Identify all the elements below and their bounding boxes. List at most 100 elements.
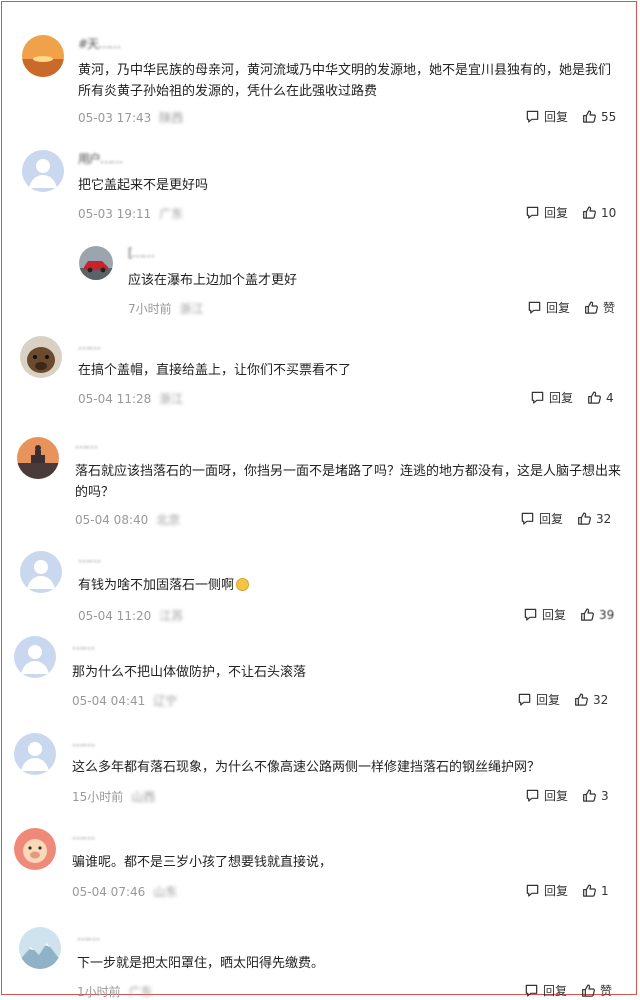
avatar[interactable] — [19, 927, 61, 969]
username[interactable]: …… — [72, 828, 95, 842]
comment-location: 山西 — [131, 790, 156, 804]
comment-icon[interactable] — [530, 390, 545, 405]
comment-meta: 05-03 17:43 陕西 — [78, 109, 183, 126]
like-count[interactable]: 32 — [593, 693, 608, 707]
thumbs-up-icon[interactable] — [581, 983, 596, 998]
like-count[interactable]: 4 — [606, 391, 614, 405]
reply-button[interactable]: 回复 — [536, 691, 560, 708]
comment-icon[interactable] — [525, 109, 540, 124]
like-count[interactable]: 3 — [601, 789, 609, 803]
comment-meta: 05-04 04:41 辽宁 — [72, 692, 177, 709]
like-count[interactable]: 32 — [596, 512, 611, 526]
username[interactable]: …… — [78, 338, 101, 352]
avatar[interactable] — [14, 733, 56, 775]
comment-text: 那为什么不把山体做防护，不让石头滚落 — [72, 665, 307, 680]
username[interactable]: …… — [72, 735, 95, 749]
comment-text-content: 有钱为啥不加固落石一侧啊 — [78, 578, 235, 593]
default-user-avatar-icon — [14, 636, 56, 678]
username[interactable]: …… — [77, 929, 100, 943]
username[interactable]: […… — [128, 246, 155, 260]
reply-button[interactable]: 回复 — [543, 982, 567, 999]
pig-cartoon-avatar-icon — [14, 828, 56, 870]
comment-actions: 回复 32 — [517, 691, 608, 708]
username[interactable]: 用户…… — [78, 150, 123, 167]
sunset-avatar-icon — [22, 35, 64, 77]
reply-button[interactable]: 回复 — [542, 606, 566, 623]
username[interactable]: …… — [78, 551, 101, 565]
city-dusk-avatar-icon — [17, 437, 59, 479]
comment-time: 05-04 04:41 — [72, 694, 146, 708]
comment-meta: 05-04 08:40 北京 — [75, 511, 180, 528]
comment-icon[interactable] — [517, 692, 532, 707]
comment-text: 黄河，乃中华民族的母亲河，黄河流域乃中华文明的发源地，她不是宜川县独有的，她是我… — [78, 63, 612, 99]
reply-button[interactable]: 回复 — [539, 510, 563, 527]
reply-button[interactable]: 回复 — [544, 882, 568, 899]
comment-actions: 回复 32 — [520, 510, 611, 527]
comment-actions: 回复 3 — [525, 787, 609, 804]
comment-location: 广东 — [159, 207, 184, 221]
comment-meta: 15小时前 山西 — [72, 788, 155, 805]
thumbs-up-icon[interactable] — [582, 109, 597, 124]
comment-location: 辽宁 — [153, 694, 178, 708]
red-car-avatar-icon — [79, 246, 113, 280]
comment-location: 浙江 — [159, 392, 184, 406]
thumbs-up-icon[interactable] — [574, 692, 589, 707]
default-user-avatar-icon — [14, 733, 56, 775]
like-count[interactable]: 55 — [601, 110, 616, 124]
comment-icon[interactable] — [527, 300, 542, 315]
comment-location: 北京 — [156, 513, 181, 527]
reply-button[interactable]: 回复 — [544, 787, 568, 804]
username[interactable]: …… — [75, 437, 98, 451]
reply-button[interactable]: 回复 — [546, 299, 570, 316]
comment-text: 在搞个盖帽，直接给盖上，让你们不买票看不了 — [78, 363, 352, 378]
avatar[interactable] — [14, 636, 56, 678]
avatar[interactable] — [22, 35, 64, 77]
thumbs-up-icon[interactable] — [587, 390, 602, 405]
comment-icon[interactable] — [525, 788, 540, 803]
thumbs-up-icon[interactable] — [580, 607, 595, 622]
avatar[interactable] — [20, 551, 62, 593]
comment-time: 05-04 08:40 — [75, 513, 149, 527]
comment-text: 这么多年都有落石现象，为什么不像高速公路两侧一样修建挡落石的钢丝绳护网？ — [72, 760, 541, 775]
comment-location: 江苏 — [159, 609, 184, 623]
comment-icon[interactable] — [525, 205, 540, 220]
avatar[interactable] — [14, 828, 56, 870]
comment-icon[interactable] — [523, 607, 538, 622]
like-count[interactable]: 赞 — [600, 982, 612, 999]
comment-text: 有钱为啥不加固落石一侧啊 — [78, 575, 623, 596]
like-count[interactable]: 1 — [601, 884, 609, 898]
thumbs-up-icon[interactable] — [582, 883, 597, 898]
thumbs-up-icon[interactable] — [577, 511, 592, 526]
comment-icon[interactable] — [520, 511, 535, 526]
like-count[interactable]: 39 — [599, 608, 614, 622]
avatar[interactable] — [22, 150, 64, 192]
comment-text: 下一步就是把太阳罩住，晒太阳得先缴费。 — [77, 956, 325, 971]
comment-actions: 回复 55 — [525, 108, 616, 125]
comment-time: 05-04 11:28 — [78, 392, 152, 406]
comment-text: 把它盖起来不是更好吗 — [78, 178, 209, 193]
username[interactable]: …… — [72, 638, 95, 652]
thumbs-up-icon[interactable] — [584, 300, 599, 315]
comment-meta: 05-04 11:28 浙江 — [78, 390, 183, 407]
avatar[interactable] — [79, 246, 113, 280]
comment-icon[interactable] — [524, 983, 539, 998]
thumbs-up-icon[interactable] — [582, 205, 597, 220]
comment-location: 陕西 — [159, 111, 184, 125]
comment-meta: 05-04 11:20 江苏 — [78, 607, 183, 624]
avatar[interactable] — [20, 336, 62, 378]
reply-button[interactable]: 回复 — [544, 204, 568, 221]
comment-text: 落石就应该挡落石的一面呀，你挡另一面不是堵路了吗？连逃的地方都没有，这是人脑子想… — [75, 464, 622, 500]
like-count[interactable]: 10 — [601, 206, 616, 220]
thumbs-up-icon[interactable] — [582, 788, 597, 803]
comment-icon[interactable] — [525, 883, 540, 898]
comment-location: 山东 — [153, 885, 178, 899]
avatar[interactable] — [17, 437, 59, 479]
mountain-avatar-icon — [19, 927, 61, 969]
reply-button[interactable]: 回复 — [544, 108, 568, 125]
comment-location: 浙江 — [179, 302, 204, 316]
like-count[interactable]: 赞 — [603, 299, 615, 316]
reply-button[interactable]: 回复 — [549, 389, 573, 406]
default-user-avatar-icon — [22, 150, 64, 192]
username[interactable]: #天…… — [78, 35, 121, 52]
dog-avatar-icon — [20, 336, 62, 378]
